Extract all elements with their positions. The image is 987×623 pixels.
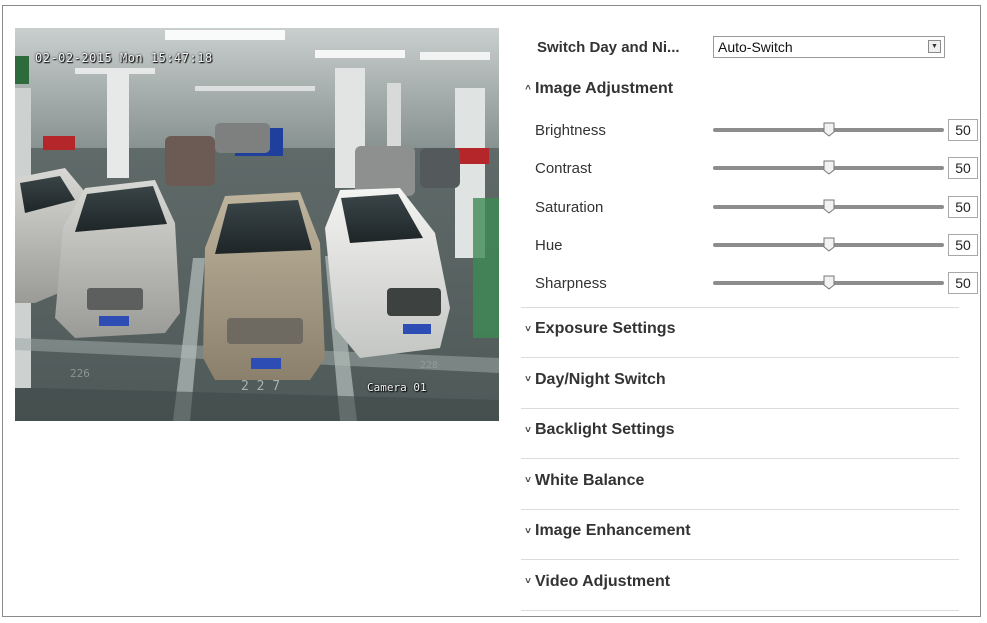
section-white-balance-title: White Balance bbox=[535, 471, 645, 489]
osd-camera-name: Camera 01 bbox=[367, 381, 427, 394]
slider-thumb-saturation[interactable] bbox=[823, 199, 835, 214]
slider-value-saturation[interactable]: 50 bbox=[948, 196, 978, 218]
slider-label-contrast: Contrast bbox=[535, 159, 592, 177]
svg-text:228: 228 bbox=[420, 360, 438, 371]
osd-timestamp: 02-02-2015 Mon 15:47:18 bbox=[35, 51, 213, 65]
settings-window: 226 2 2 7 228 02-02-2015 Mon 15:47:18 Ca… bbox=[2, 5, 981, 617]
slider-row-contrast: Contrast 50 bbox=[535, 156, 981, 180]
section-image-enhancement-title: Image Enhancement bbox=[535, 522, 691, 539]
switch-day-night-value: Auto-Switch bbox=[718, 39, 793, 55]
slider-thumb-hue[interactable] bbox=[823, 237, 835, 252]
slider-track-brightness[interactable] bbox=[713, 122, 944, 137]
switch-day-night-row: Switch Day and Ni... Auto-Switch ▼ bbox=[537, 34, 945, 60]
slider-row-sharpness: Sharpness 50 bbox=[535, 271, 981, 295]
slider-value-hue[interactable]: 50 bbox=[948, 234, 978, 256]
switch-day-night-label: Switch Day and Ni... bbox=[537, 38, 680, 56]
slider-label-saturation: Saturation bbox=[535, 198, 604, 216]
section-image-adjustment-title: Image Adjustment bbox=[535, 80, 674, 97]
section-white-balance[interactable]: ˅ White Balance bbox=[521, 472, 959, 490]
section-day-night-switch[interactable]: ˅ Day/Night Switch bbox=[521, 371, 959, 389]
chevron-up-icon: ^ bbox=[525, 83, 531, 95]
parking-garage-scene: 226 2 2 7 228 bbox=[15, 28, 499, 421]
section-divider bbox=[521, 609, 959, 611]
section-backlight-settings-title: Backlight Settings bbox=[535, 421, 675, 438]
slider-track-hue[interactable] bbox=[713, 237, 944, 252]
chevron-down-icon: ˅ bbox=[525, 323, 531, 335]
slider-value-contrast[interactable]: 50 bbox=[948, 157, 978, 179]
section-exposure-settings-title: Exposure Settings bbox=[535, 320, 676, 337]
slider-value-sharpness[interactable]: 50 bbox=[948, 272, 978, 294]
slider-track-sharpness[interactable] bbox=[713, 275, 944, 290]
section-divider bbox=[521, 407, 959, 409]
section-divider bbox=[521, 458, 959, 459]
svg-text:2 2 7: 2 2 7 bbox=[241, 379, 280, 394]
slider-row-hue: Hue 50 bbox=[535, 233, 981, 257]
live-video-preview[interactable]: 226 2 2 7 228 02-02-2015 Mon 15:47:18 Ca… bbox=[15, 28, 499, 421]
slider-row-brightness: Brightness 50 bbox=[535, 118, 981, 142]
section-divider bbox=[521, 357, 959, 358]
slider-label-brightness: Brightness bbox=[535, 121, 606, 139]
section-backlight-settings[interactable]: ˅ Backlight Settings bbox=[521, 421, 959, 439]
dropdown-arrow-icon[interactable]: ▼ bbox=[928, 40, 941, 53]
chevron-down-icon: ˅ bbox=[525, 576, 531, 587]
slider-track-contrast[interactable] bbox=[713, 160, 944, 175]
slider-thumb-brightness[interactable] bbox=[823, 122, 835, 137]
slider-thumb-sharpness[interactable] bbox=[823, 275, 835, 290]
section-divider bbox=[521, 508, 959, 510]
slider-value-brightness[interactable]: 50 bbox=[948, 119, 978, 141]
slider-row-saturation: Saturation 50 bbox=[535, 195, 981, 219]
section-video-adjustment-title: Video Adjustment bbox=[535, 572, 671, 590]
section-divider bbox=[521, 559, 959, 560]
section-day-night-switch-title: Day/Night Switch bbox=[535, 370, 666, 388]
section-exposure-settings[interactable]: ˅ Exposure Settings bbox=[521, 320, 959, 338]
section-divider bbox=[521, 307, 959, 308]
chevron-down-icon: ˅ bbox=[525, 475, 531, 486]
slider-track-saturation[interactable] bbox=[713, 199, 944, 214]
switch-day-night-select[interactable]: Auto-Switch ▼ bbox=[713, 36, 945, 58]
chevron-down-icon: ˅ bbox=[525, 424, 531, 436]
chevron-down-icon: ˅ bbox=[525, 525, 531, 537]
slider-label-hue: Hue bbox=[535, 236, 563, 254]
section-image-adjustment[interactable]: ^ Image Adjustment bbox=[521, 80, 959, 98]
chevron-down-icon: ˅ bbox=[525, 374, 531, 385]
section-video-adjustment[interactable]: ˅ Video Adjustment bbox=[521, 573, 959, 591]
slider-thumb-contrast[interactable] bbox=[823, 160, 835, 175]
svg-text:226: 226 bbox=[70, 367, 90, 380]
section-image-enhancement[interactable]: ˅ Image Enhancement bbox=[521, 522, 959, 540]
slider-label-sharpness: Sharpness bbox=[535, 274, 607, 292]
